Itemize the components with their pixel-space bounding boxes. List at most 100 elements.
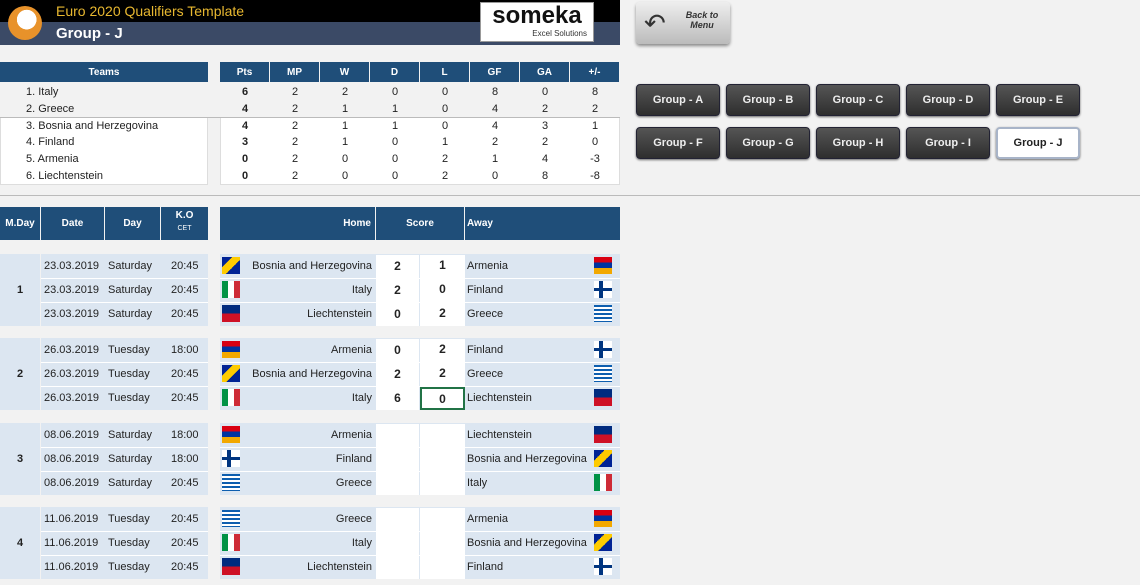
away-score-input[interactable]: 2 [420, 339, 465, 362]
standings-stat: 1 [441, 136, 449, 149]
standings-stat: -8 [590, 170, 600, 182]
home-score-input[interactable]: 0 [376, 303, 419, 326]
standings-stat: 0 [441, 119, 449, 132]
standings-stat: 0 [541, 86, 549, 98]
home-score-input[interactable] [376, 508, 419, 531]
flag-fin-icon [222, 450, 240, 467]
away-score-input[interactable] [420, 448, 465, 471]
standings-header-3: W [320, 62, 369, 82]
standings-stat: 0 [391, 136, 399, 149]
standings-header-4: D [370, 62, 419, 82]
away-score-input[interactable] [420, 556, 465, 579]
standings-stat: 3 [541, 119, 549, 132]
standings-team: 4. Finland [26, 136, 75, 149]
fixture-header-home: Home [220, 207, 375, 240]
flag-bih-icon [222, 257, 240, 274]
away-team: Italy [467, 477, 488, 489]
standings-stat: 0 [391, 86, 399, 98]
standings-stat: 0 [491, 170, 499, 182]
home-score-input[interactable] [376, 448, 419, 471]
match-date: 26.03.2019 [44, 344, 100, 356]
standings-stat: 2 [291, 102, 299, 115]
home-score-input[interactable]: 0 [376, 339, 419, 362]
away-score-input[interactable] [420, 532, 465, 555]
away-team: Bosnia and Herzegovina [467, 453, 587, 465]
home-team: Bosnia and Herzegovina [252, 260, 372, 272]
group-button-d[interactable]: Group - D [906, 84, 990, 116]
home-score-input[interactable]: 2 [376, 279, 419, 302]
app-title: Euro 2020 Qualifiers Template [56, 3, 245, 19]
group-button-a[interactable]: Group - A [636, 84, 720, 116]
away-score-input[interactable]: 0 [420, 279, 465, 302]
row-divider [41, 555, 208, 556]
standings-stat: 2 [541, 136, 549, 149]
matchday-number: 4 [0, 507, 40, 579]
standings-team: 5. Armenia [26, 153, 79, 166]
match-day: Saturday [108, 477, 153, 489]
match-ko: 20:45 [171, 284, 199, 296]
group-button-f[interactable]: Group - F [636, 127, 720, 159]
away-score-input[interactable] [420, 508, 465, 531]
standings-header-5: L [420, 62, 469, 82]
matchday-number: 3 [0, 423, 40, 495]
standings-stat: 0 [441, 102, 449, 115]
home-team: Greece [335, 513, 372, 525]
home-score-input[interactable]: 2 [376, 363, 419, 386]
flag-fin-icon [594, 558, 612, 575]
home-score-input[interactable] [376, 532, 419, 555]
match-ko: 20:45 [171, 308, 199, 320]
row-divider [41, 471, 208, 472]
match-ko: 18:00 [171, 429, 199, 441]
group-button-b[interactable]: Group - B [726, 84, 810, 116]
away-score-input[interactable]: 0 [420, 387, 465, 410]
match-ko: 20:45 [171, 537, 199, 549]
group-button-j[interactable]: Group - J [996, 127, 1080, 159]
away-score-input[interactable]: 2 [420, 303, 465, 326]
standings-stat: 4 [541, 153, 549, 166]
home-team: Armenia [331, 344, 372, 356]
group-button-h[interactable]: Group - H [816, 127, 900, 159]
standings-team: 1. Italy [26, 86, 59, 98]
match-date: 26.03.2019 [44, 368, 100, 380]
group-button-c[interactable]: Group - C [816, 84, 900, 116]
flag-ita-icon [222, 534, 240, 551]
match-day: Tuesday [108, 368, 150, 380]
page-title: Group - J [56, 25, 123, 42]
away-team: Greece [467, 368, 504, 380]
flag-bih-icon [594, 534, 612, 551]
row-divider [41, 302, 208, 303]
home-score-input[interactable]: 2 [376, 255, 419, 278]
group-button-i[interactable]: Group - I [906, 127, 990, 159]
standings-stat: 6 [241, 86, 249, 98]
home-score-input[interactable] [376, 556, 419, 579]
standings-stat: 1 [491, 153, 499, 166]
back-to-menu-button[interactable]: ↶ Back to Menu [636, 2, 730, 44]
flag-ita-icon [594, 474, 612, 491]
home-team: Bosnia and Herzegovina [252, 368, 372, 380]
standings-stat: 1 [341, 119, 349, 132]
standings-stat: 2 [341, 86, 349, 98]
qualification-line [0, 117, 620, 118]
away-score-input[interactable]: 1 [420, 255, 465, 278]
flag-bih-icon [222, 365, 240, 382]
match-ko: 20:45 [171, 392, 199, 404]
away-score-input[interactable]: 2 [420, 363, 465, 386]
row-divider [41, 386, 208, 387]
home-score-input[interactable]: 6 [376, 387, 419, 410]
match-ko: 20:45 [171, 260, 199, 272]
group-button-e[interactable]: Group - E [996, 84, 1080, 116]
home-score-input[interactable] [376, 424, 419, 447]
standings-stat: 1 [341, 136, 349, 149]
match-day: Saturday [108, 284, 153, 296]
away-team: Armenia [467, 260, 508, 272]
back-arrow-icon: ↶ [644, 8, 666, 38]
group-button-g[interactable]: Group - G [726, 127, 810, 159]
flag-bih-icon [594, 450, 612, 467]
standings-stat: 2 [441, 153, 449, 166]
home-score-input[interactable] [376, 472, 419, 495]
standings-stat: 2 [291, 170, 299, 182]
row-divider [41, 531, 208, 532]
away-score-input[interactable] [420, 472, 465, 495]
standings-team: 2. Greece [26, 102, 75, 115]
away-score-input[interactable] [420, 424, 465, 447]
